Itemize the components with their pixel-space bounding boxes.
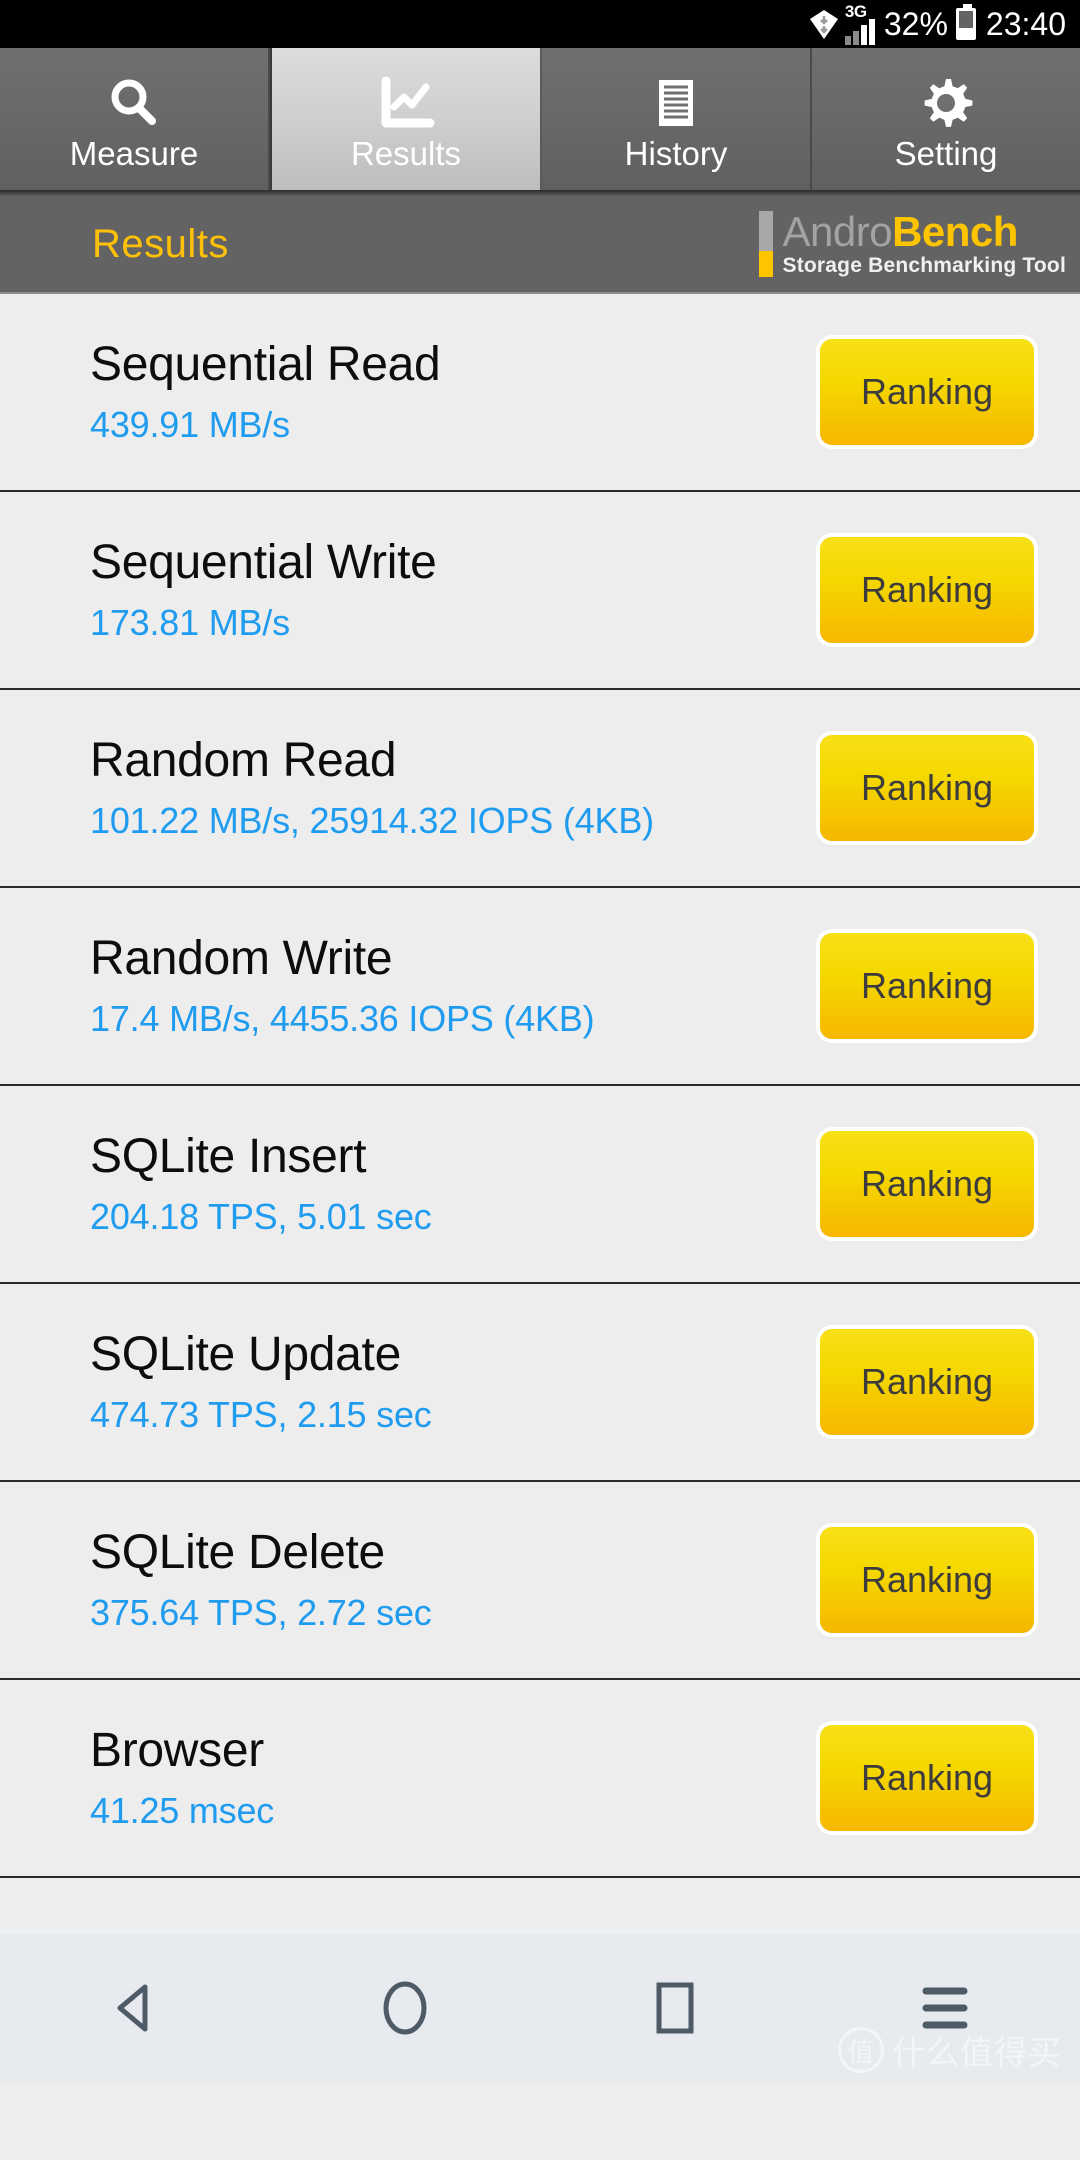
- tab-history-label: History: [624, 135, 728, 172]
- benchmark-name: Sequential Write: [90, 536, 437, 589]
- results-list: Sequential Read 439.91 MB/s Ranking Sequ…: [0, 294, 1080, 1878]
- table-row[interactable]: SQLite Delete 375.64 TPS, 2.72 sec Ranki…: [0, 1482, 1080, 1680]
- benchmark-value: 439.91 MB/s: [90, 404, 290, 445]
- system-navigation-bar: 值 什么值得买: [0, 1934, 1080, 2082]
- tab-results-label: Results: [350, 135, 462, 172]
- ranking-button[interactable]: Ranking: [820, 933, 1034, 1039]
- ranking-button[interactable]: Ranking: [820, 1527, 1034, 1633]
- home-icon[interactable]: [345, 1948, 465, 2068]
- page-title: Results: [92, 221, 229, 266]
- logo-tagline: Storage Benchmarking Tool: [782, 254, 1066, 277]
- androbench-logo: AndroBench Storage Benchmarking Tool: [758, 208, 1067, 278]
- benchmark-name: Random Write: [90, 932, 393, 985]
- tab-setting[interactable]: Setting: [812, 48, 1080, 190]
- benchmark-value: 17.4 MB/s, 4455.36 IOPS (4KB): [90, 998, 595, 1039]
- document-icon: [646, 72, 706, 134]
- ranking-button[interactable]: Ranking: [820, 1329, 1034, 1435]
- status-bar: 3G 32% 23:40: [0, 0, 1080, 48]
- watermark-text: 什么值得买: [892, 2034, 1062, 2071]
- table-row[interactable]: SQLite Insert 204.18 TPS, 5.01 sec Ranki…: [0, 1086, 1080, 1284]
- benchmark-name: SQLite Insert: [90, 1130, 367, 1183]
- benchmark-value: 474.73 TPS, 2.15 sec: [90, 1394, 432, 1435]
- benchmark-value: 173.81 MB/s: [90, 602, 290, 643]
- benchmark-value: 41.25 msec: [90, 1790, 275, 1831]
- logo-bars-icon: [758, 211, 773, 277]
- wifi-icon: [807, 7, 841, 41]
- table-row[interactable]: SQLite Update 474.73 TPS, 2.15 sec Ranki…: [0, 1284, 1080, 1482]
- battery-icon: [955, 4, 976, 40]
- tab-measure[interactable]: Measure: [0, 48, 270, 190]
- table-row[interactable]: Browser 41.25 msec Ranking: [0, 1680, 1080, 1878]
- table-row[interactable]: Random Write 17.4 MB/s, 4455.36 IOPS (4K…: [0, 888, 1080, 1086]
- page-header: Results AndroBench Storage Benchmarking …: [0, 196, 1080, 294]
- battery-percent-label: 32%: [883, 6, 948, 42]
- benchmark-name: Sequential Read: [90, 338, 441, 391]
- tab-history[interactable]: History: [542, 48, 812, 190]
- signal-bars-icon: 3G: [844, 1, 875, 45]
- benchmark-value: 204.18 TPS, 5.01 sec: [90, 1196, 432, 1237]
- chart-icon: [376, 72, 436, 134]
- search-icon: [104, 72, 164, 134]
- logo-accent-text: Bench: [892, 208, 1018, 255]
- tab-setting-label: Setting: [894, 135, 998, 172]
- network-type-label: 3G: [844, 1, 867, 21]
- table-row[interactable]: Sequential Write 173.81 MB/s Ranking: [0, 492, 1080, 690]
- benchmark-name: Browser: [90, 1724, 264, 1777]
- ranking-button[interactable]: Ranking: [820, 735, 1034, 841]
- back-icon[interactable]: [75, 1948, 195, 2068]
- ranking-button[interactable]: Ranking: [820, 339, 1034, 445]
- tab-results[interactable]: Results: [270, 48, 542, 190]
- benchmark-name: Random Read: [90, 734, 397, 787]
- table-row[interactable]: Random Read 101.22 MB/s, 25914.32 IOPS (…: [0, 690, 1080, 888]
- gear-icon: [916, 72, 976, 134]
- watermark-badge: 值: [838, 2027, 884, 2073]
- benchmark-name: SQLite Update: [90, 1328, 401, 1381]
- ranking-button[interactable]: Ranking: [820, 537, 1034, 643]
- table-row[interactable]: Sequential Read 439.91 MB/s Ranking: [0, 294, 1080, 492]
- ranking-button[interactable]: Ranking: [820, 1725, 1034, 1831]
- benchmark-value: 375.64 TPS, 2.72 sec: [90, 1592, 432, 1633]
- main-tab-bar: Measure Results History Setting: [0, 48, 1080, 190]
- clock-label: 23:40: [985, 6, 1066, 42]
- tab-measure-label: Measure: [69, 135, 199, 172]
- benchmark-value: 101.22 MB/s, 25914.32 IOPS (4KB): [90, 800, 654, 841]
- benchmark-name: SQLite Delete: [90, 1526, 385, 1579]
- watermark: 值 什么值得买: [838, 2026, 1062, 2074]
- ranking-button[interactable]: Ranking: [820, 1131, 1034, 1237]
- list-bottom-spacer: [0, 1878, 1080, 1934]
- logo-primary-text: Andro: [782, 208, 893, 255]
- recents-icon[interactable]: [615, 1948, 735, 2068]
